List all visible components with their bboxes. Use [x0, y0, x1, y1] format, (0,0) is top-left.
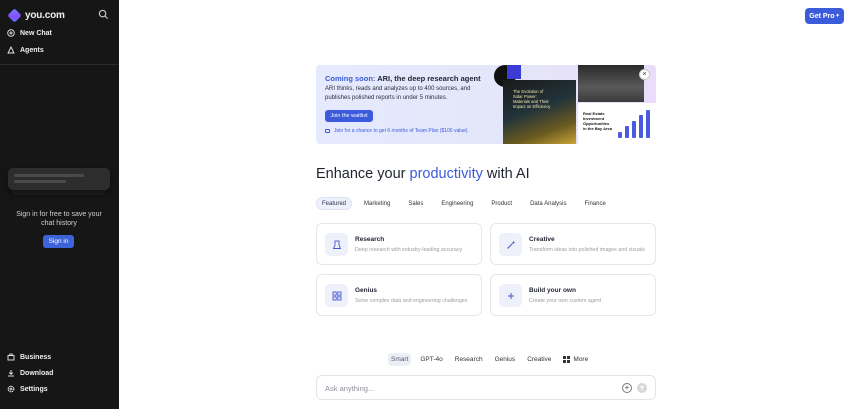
- agents-icon: [7, 46, 15, 54]
- sidebar-item-settings[interactable]: Settings: [7, 383, 48, 395]
- banner-note-text: Join for a chance to get 6 months of Tea…: [334, 128, 468, 134]
- banner-title: Coming soon: ARI, the deep research agen…: [325, 74, 481, 83]
- signin-prompt: Sign in for free to save your chat histo…: [16, 211, 102, 227]
- chat-input-box: +: [316, 375, 656, 400]
- sidebar: you.com New Chat Agents Sign in for free…: [0, 0, 119, 409]
- tab-finance[interactable]: Finance: [578, 197, 611, 210]
- wand-icon: [499, 233, 522, 256]
- tab-engineering[interactable]: Engineering: [435, 197, 479, 210]
- mode-more[interactable]: More: [560, 353, 591, 366]
- divider: [0, 64, 119, 65]
- research-icon: [325, 233, 348, 256]
- agent-card-research[interactable]: Research Deep research with industry-lea…: [316, 223, 482, 265]
- calendar-icon: [325, 129, 330, 133]
- sidebar-item-label: New Chat: [20, 29, 52, 37]
- logo[interactable]: you.com: [7, 7, 112, 23]
- report-title-solar: The Evolution of Solar Power: Materials …: [513, 89, 551, 109]
- sidebar-item-label: Agents: [20, 46, 44, 54]
- sidebar-item-download[interactable]: Download: [7, 367, 53, 379]
- sidebar-item-label: Download: [20, 369, 54, 377]
- download-icon: [7, 369, 15, 377]
- you-logo-icon: [7, 7, 22, 23]
- banner-title-rest: ARI, the deep research agent: [375, 74, 481, 83]
- join-waitlist-button[interactable]: Join the waitlist: [325, 110, 373, 122]
- card-title: Build your own: [529, 287, 576, 294]
- sidebar-item-label: Business: [20, 353, 52, 361]
- banner-title-accent: Coming soon:: [325, 74, 376, 83]
- card-title: Genius: [355, 287, 378, 294]
- report-title-real-estate: Real Estate Investment Opportunities in …: [583, 111, 612, 131]
- mode-genius[interactable]: Genius: [492, 353, 519, 366]
- sparkle-icon: ✦: [835, 13, 840, 19]
- tab-featured[interactable]: Featured: [316, 197, 353, 210]
- card-description: Transform ideas into polished images and…: [529, 247, 645, 253]
- report-preview-real-estate: Real Estate Investment Opportunities in …: [578, 103, 656, 144]
- get-pro-label: Get Pro: [809, 12, 835, 20]
- chat-input[interactable]: [325, 382, 605, 394]
- placeholder-chat-card: [8, 168, 110, 190]
- plus-circle-icon: [7, 29, 15, 37]
- grid-icon: [325, 284, 348, 307]
- close-icon[interactable]: ×: [639, 69, 650, 80]
- logo-text: you.com: [25, 9, 65, 21]
- tab-data-analysis[interactable]: Data Analysis: [524, 197, 572, 210]
- sidebar-item-agents[interactable]: Agents: [7, 44, 44, 56]
- search-icon[interactable]: [98, 9, 109, 20]
- report-preview-solar: The Evolution of Solar Power: Materials …: [503, 80, 576, 144]
- tab-sales[interactable]: Sales: [402, 197, 429, 210]
- agent-card-genius[interactable]: Genius Solve complex data and engineerin…: [316, 274, 482, 316]
- report-preview-photo: [578, 65, 644, 102]
- mode-creative[interactable]: Creative: [524, 353, 554, 366]
- card-description: Solve complex data and engineering chall…: [355, 298, 468, 304]
- grid-icon: [563, 356, 571, 363]
- agent-card-creative[interactable]: Creative Transform ideas into polished i…: [490, 223, 656, 265]
- get-pro-button[interactable]: Get Pro ✦: [805, 8, 844, 24]
- gear-icon: [7, 385, 15, 393]
- ari-promo-banner: Coming soon: ARI, the deep research agen…: [316, 65, 656, 144]
- mode-selector: Smart GPT-4o Research Genius Creative Mo…: [388, 353, 597, 366]
- mode-more-label: More: [573, 356, 589, 363]
- banner-description: ARI thinks, reads and analyzes up to 400…: [325, 86, 471, 101]
- tab-marketing[interactable]: Marketing: [358, 197, 396, 210]
- title-prefix: Enhance your: [316, 166, 410, 182]
- category-tabs: Featured Marketing Sales Engineering Pro…: [316, 197, 618, 210]
- page-title: Enhance your productivity with AI: [316, 166, 530, 182]
- title-suffix: with AI: [482, 166, 530, 182]
- card-description: Create your own custom agent: [529, 298, 602, 304]
- plus-icon: [499, 284, 522, 307]
- agent-card-build-your-own[interactable]: Build your own Create your own custom ag…: [490, 274, 656, 316]
- attach-plus-icon[interactable]: +: [622, 383, 632, 393]
- tab-product[interactable]: Product: [485, 197, 518, 210]
- mode-smart[interactable]: Smart: [388, 353, 412, 366]
- mode-research[interactable]: Research: [452, 353, 486, 366]
- decor-block: [507, 65, 521, 79]
- title-accent: productivity: [409, 166, 483, 182]
- card-title: Creative: [529, 236, 555, 243]
- signin-button[interactable]: Sign in: [43, 235, 74, 248]
- banner-note: Join for a chance to get 6 months of Tea…: [325, 128, 468, 134]
- send-icon[interactable]: [637, 383, 647, 393]
- card-description: Deep research with industry-leading accu…: [355, 247, 463, 253]
- sidebar-item-label: Settings: [20, 385, 48, 393]
- sidebar-item-new-chat[interactable]: New Chat: [7, 27, 52, 39]
- sidebar-item-business[interactable]: Business: [7, 351, 51, 363]
- card-title: Research: [355, 236, 385, 243]
- briefcase-icon: [7, 353, 15, 361]
- mode-gpt-4o[interactable]: GPT-4o: [417, 353, 445, 366]
